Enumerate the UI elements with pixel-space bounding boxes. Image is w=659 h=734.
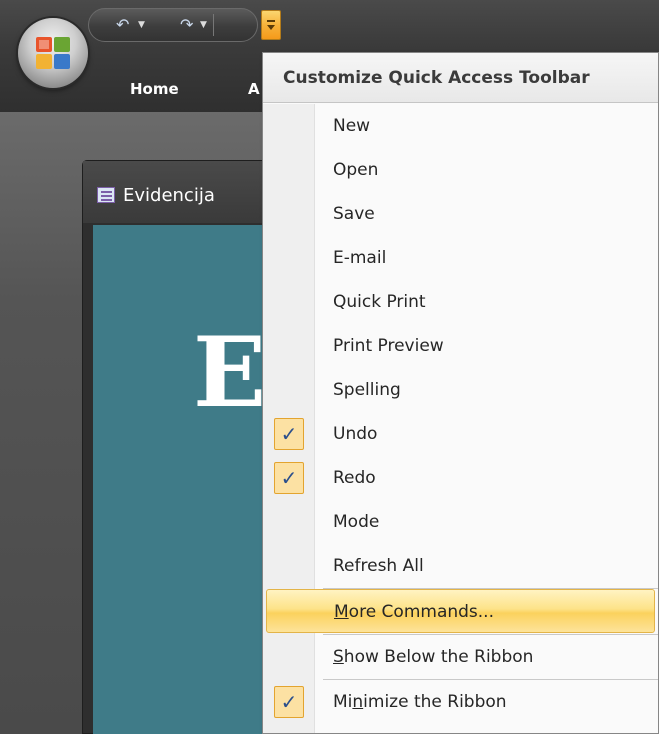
menu-item-label: Undo — [333, 424, 378, 444]
checkmark-icon: ✓ — [274, 462, 304, 494]
menu-item-label: Refresh All — [333, 556, 424, 576]
tab-home[interactable]: Home — [130, 80, 179, 98]
document-body: E — [93, 225, 283, 734]
redo-dropdown-icon[interactable]: ▼ — [200, 20, 207, 30]
menu-item-label: New — [333, 116, 371, 136]
document-title: Evidencija — [123, 185, 215, 206]
menu-item-redo[interactable]: ✓ Redo — [263, 456, 658, 500]
menu-item-label: Print Preview — [333, 336, 444, 356]
menu-item-quick-print[interactable]: Quick Print — [263, 280, 658, 324]
menu-item-spelling[interactable]: Spelling — [263, 368, 658, 412]
menu-item-undo[interactable]: ✓ Undo — [263, 412, 658, 456]
menu-item-label: Save — [333, 204, 375, 224]
undo-dropdown-icon[interactable]: ▼ — [138, 20, 145, 30]
menu-item-more-commands[interactable]: More Commands... — [266, 589, 655, 633]
menu-item-label-rest: how Below the Ribbon — [343, 647, 534, 667]
menu-item-label: Minimize the Ribbon — [333, 692, 507, 712]
menu-item-label: E-mail — [333, 248, 387, 268]
menu-item-print-preview[interactable]: Print Preview — [263, 324, 658, 368]
redo-icon[interactable]: ↷ — [180, 14, 193, 36]
menu-item-minimize-ribbon[interactable]: ✓ Minimize the Ribbon — [263, 680, 658, 724]
checkmark-icon: ✓ — [274, 418, 304, 450]
menu-item-email[interactable]: E-mail — [263, 236, 658, 280]
customize-qat-menu: Customize Quick Access Toolbar New Open … — [262, 52, 659, 734]
menu-item-mode[interactable]: Mode — [263, 500, 658, 544]
menu-item-save[interactable]: Save — [263, 192, 658, 236]
tab-partial[interactable]: A — [248, 80, 260, 98]
office-button[interactable] — [18, 18, 88, 88]
document-heading-letter: E — [193, 316, 267, 429]
quick-access-toolbar — [88, 8, 258, 42]
accelerator-key: M — [334, 602, 349, 622]
menu-item-new[interactable]: New — [263, 104, 658, 148]
menu-item-label-rest: ore Commands... — [348, 602, 494, 622]
undo-icon[interactable]: ↶ — [116, 14, 129, 36]
accelerator-key: n — [352, 692, 364, 712]
document-window: Evidencija E — [82, 160, 283, 734]
customize-qat-button[interactable] — [261, 10, 281, 40]
menu-item-label: Quick Print — [333, 292, 426, 312]
accelerator-key: S — [333, 647, 344, 667]
menu-item-label: More Commands... — [334, 602, 494, 622]
menu-header: Customize Quick Access Toolbar — [263, 53, 658, 103]
menu-item-label: Mode — [333, 512, 380, 532]
office-logo-icon — [36, 37, 70, 69]
menu-item-label: Spelling — [333, 380, 401, 400]
menu-item-label: Show Below the Ribbon — [333, 647, 533, 667]
menu-item-refresh-all[interactable]: Refresh All — [263, 544, 658, 588]
customize-bar-icon — [267, 20, 275, 22]
menu-item-label-rest: imize the Ribbon — [363, 692, 507, 712]
menu-item-show-below-ribbon[interactable]: Show Below the Ribbon — [263, 635, 658, 679]
menu-item-label: Redo — [333, 468, 376, 488]
menu-item-label-start: Mi — [333, 692, 353, 712]
chevron-down-icon — [267, 25, 275, 30]
checkmark-icon: ✓ — [274, 686, 304, 718]
form-icon — [97, 187, 115, 203]
menu-item-open[interactable]: Open — [263, 148, 658, 192]
menu-item-label: Open — [333, 160, 379, 180]
toolbar-divider — [213, 14, 214, 36]
document-title-bar: Evidencija — [83, 161, 283, 223]
